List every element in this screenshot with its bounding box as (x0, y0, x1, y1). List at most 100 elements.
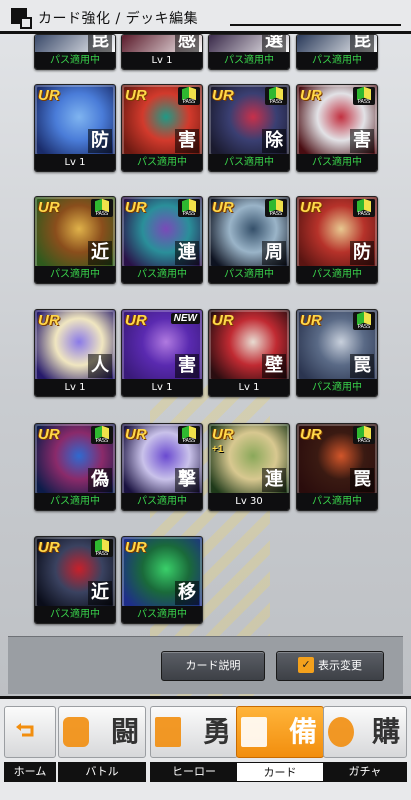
tab-label: バトル (58, 762, 146, 782)
card-status: パス適用中 (209, 52, 289, 69)
rarity-label: UR (212, 312, 234, 329)
card-item[interactable]: UR PASS 罠パス適用中 (296, 423, 378, 511)
card-status: Lv 1 (35, 154, 115, 171)
card-item[interactable]: UR PASS 連パス適用中 (121, 196, 203, 284)
card-type-kanji: 連 (175, 241, 199, 265)
tab-cards[interactable]: 備カード (236, 706, 324, 796)
card-status: Lv 30 (209, 493, 289, 510)
rarity-label: UR (300, 87, 322, 104)
tab-gamepad[interactable]: 闘バトル (58, 706, 146, 796)
tab-label: ヒーロー (150, 762, 238, 782)
card-item[interactable]: UR 防 Lv 1 (34, 84, 116, 172)
card-item[interactable]: UR PASS 害パス適用中 (121, 84, 203, 172)
header: カード強化 / デッキ編集 (0, 0, 411, 34)
page-title: カード強化 / デッキ編集 (38, 11, 199, 27)
pass-badge-text: PASS (357, 438, 371, 444)
card-item[interactable]: UR PASS 偽パス適用中 (34, 423, 116, 511)
check-icon: ✓ (298, 657, 314, 673)
card-type-kanji: 連 (262, 468, 286, 492)
card-item[interactable]: UR +1 連 Lv 30 (208, 423, 290, 511)
tab-tile: 備 (236, 706, 324, 758)
pass-badge-text: PASS (182, 211, 196, 217)
tab-hero[interactable]: 勇ヒーロー (150, 706, 238, 796)
card-item[interactable]: UR 壁 Lv 1 (208, 309, 290, 397)
card-status: パス適用中 (122, 154, 202, 171)
card-status: パス適用中 (209, 154, 289, 171)
pass-badge-icon: PASS (353, 312, 375, 330)
card-type-kanji: 防 (88, 129, 112, 153)
tab-label: ガチャ (323, 762, 407, 782)
rarity-label: UR (38, 539, 60, 556)
card-description-button[interactable]: カード説明 (161, 651, 265, 681)
beginner-leaf-icon (95, 200, 109, 211)
rarity-label: UR (300, 312, 322, 329)
card-item[interactable]: UR PASS 近パス適用中 (34, 196, 116, 284)
beginner-leaf-icon (269, 88, 283, 99)
pass-badge-text: PASS (95, 211, 109, 217)
card-partial[interactable]: 昆パス適用中 (296, 34, 378, 70)
pass-badge-text: PASS (182, 438, 196, 444)
card-type-kanji: 壁 (262, 354, 286, 378)
card-status: Lv 1 (209, 379, 289, 396)
card-status: パス適用中 (35, 52, 115, 69)
card-item[interactable]: UR 人 Lv 1 (34, 309, 116, 397)
card-item[interactable]: UR NEW 害 Lv 1 (121, 309, 203, 397)
pass-badge-icon: PASS (91, 199, 113, 217)
tab-kanji: 勇 (202, 715, 231, 748)
card-item[interactable]: UR PASS 罠パス適用中 (296, 309, 378, 397)
pass-badge-text: PASS (357, 324, 371, 330)
pass-badge-icon: PASS (178, 426, 200, 444)
card-type-kanji: 昆 (350, 35, 374, 53)
header-mark-icon (11, 8, 32, 29)
tab-back-arrow[interactable]: ホーム (4, 706, 56, 796)
pass-badge-icon: PASS (353, 87, 375, 105)
pass-badge-text: PASS (95, 551, 109, 557)
card-partial[interactable]: 選パス適用中 (208, 34, 290, 70)
card-type-kanji: 害 (350, 129, 374, 153)
pass-badge-text: PASS (269, 211, 283, 217)
card-item[interactable]: UR 移パス適用中 (121, 536, 203, 624)
card-item[interactable]: UR PASS 害パス適用中 (296, 84, 378, 172)
rarity-label: UR (125, 426, 147, 443)
pass-badge-icon: PASS (178, 199, 200, 217)
card-item[interactable]: UR PASS 近パス適用中 (34, 536, 116, 624)
back-arrow-icon (16, 723, 34, 737)
cards-icon (241, 717, 267, 747)
pass-badge-icon: PASS (265, 87, 287, 105)
card-type-kanji: 感 (175, 35, 199, 53)
card-partial[interactable]: 感 Lv 1 (121, 34, 203, 70)
beginner-leaf-icon (269, 200, 283, 211)
card-item[interactable]: UR PASS 周パス適用中 (208, 196, 290, 284)
pass-badge-icon: PASS (353, 426, 375, 444)
pass-badge-icon: PASS (265, 199, 287, 217)
tab-tile (4, 706, 56, 758)
card-type-kanji: 周 (262, 241, 286, 265)
tab-label: カード (236, 762, 324, 782)
display-change-label: 表示変更 (318, 659, 362, 672)
card-status: パス適用中 (297, 493, 377, 510)
card-type-kanji: 除 (262, 129, 286, 153)
pass-badge-text: PASS (182, 99, 196, 105)
rarity-label: UR (300, 199, 322, 216)
card-grid[interactable]: 昆パス適用中感 Lv 1 選パス適用中昆パス適用中 UR 防 Lv 1 UR PASS 害パス適… (0, 34, 411, 636)
header-divider (230, 24, 401, 26)
hero-icon (155, 717, 181, 747)
card-partial[interactable]: 昆パス適用中 (34, 34, 116, 70)
pass-badge-text: PASS (269, 99, 283, 105)
card-item[interactable]: UR PASS 撃パス適用中 (121, 423, 203, 511)
card-status: パス適用中 (35, 606, 115, 623)
card-type-kanji: 選 (262, 35, 286, 53)
card-status: Lv 1 (122, 52, 202, 69)
card-type-kanji: 人 (88, 354, 112, 378)
card-item[interactable]: UR PASS 防パス適用中 (296, 196, 378, 284)
display-change-button[interactable]: ✓ 表示変更 (276, 651, 384, 681)
card-item[interactable]: UR PASS 除パス適用中 (208, 84, 290, 172)
card-status: Lv 1 (122, 379, 202, 396)
rarity-label: UR (38, 199, 60, 216)
rarity-label: UR (125, 87, 147, 104)
beginner-leaf-icon (182, 88, 196, 99)
rarity-label: UR (212, 426, 234, 443)
tab-kanji: 購 (371, 715, 400, 748)
tab-shop[interactable]: 購ガチャ (323, 706, 407, 796)
new-badge: NEW (170, 313, 200, 324)
